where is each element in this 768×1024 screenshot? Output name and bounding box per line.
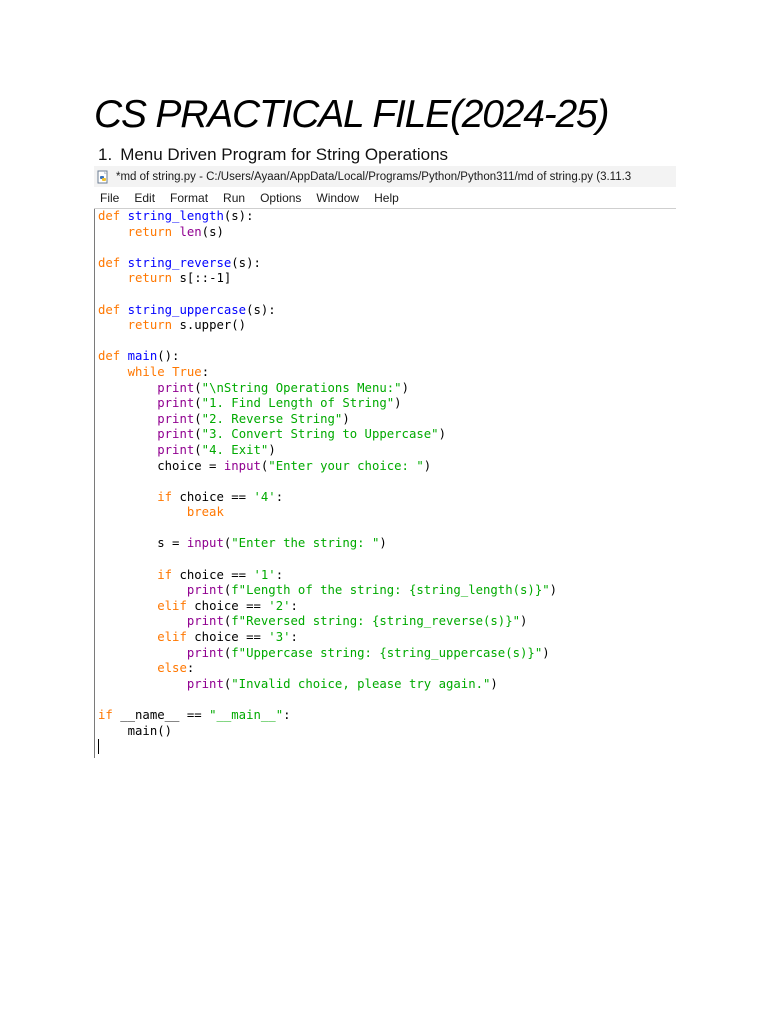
code-area[interactable]: def string_length(s): return len(s)​def … xyxy=(98,209,557,739)
code-line[interactable]: print(f"Length of the string: {string_le… xyxy=(98,583,557,599)
menu-edit[interactable]: Edit xyxy=(128,191,161,205)
code-line[interactable]: print("4. Exit") xyxy=(98,443,557,459)
code-line[interactable]: break xyxy=(98,505,557,521)
menu-run[interactable]: Run xyxy=(217,191,251,205)
code-line[interactable]: return s.upper() xyxy=(98,318,557,334)
code-line[interactable]: else: xyxy=(98,661,557,677)
code-line[interactable]: print("\nString Operations Menu:") xyxy=(98,381,557,397)
code-line[interactable]: ​ xyxy=(98,287,557,303)
menu-bar: File Edit Format Run Options Window Help xyxy=(94,187,676,209)
program-heading-text: Menu Driven Program for String Operation… xyxy=(120,145,449,164)
code-line[interactable]: ​ xyxy=(98,552,557,568)
code-line[interactable]: ​ xyxy=(98,521,557,537)
text-cursor xyxy=(98,739,99,754)
code-line[interactable]: def string_uppercase(s): xyxy=(98,303,557,319)
program-number: 1. xyxy=(98,145,113,164)
code-line[interactable]: elif choice == '3': xyxy=(98,630,557,646)
code-line[interactable]: ​ xyxy=(98,692,557,708)
code-line[interactable]: print(f"Reversed string: {string_reverse… xyxy=(98,614,557,630)
menu-format[interactable]: Format xyxy=(164,191,214,205)
code-line[interactable]: print("3. Convert String to Uppercase") xyxy=(98,427,557,443)
code-line[interactable]: while True: xyxy=(98,365,557,381)
code-line[interactable]: ​ xyxy=(98,240,557,256)
code-line[interactable]: print("Invalid choice, please try again.… xyxy=(98,677,557,693)
code-line[interactable]: print("1. Find Length of String") xyxy=(98,396,557,412)
document-title: CS PRACTICAL FILE(2024-25) xyxy=(94,93,609,136)
code-line[interactable]: elif choice == '2': xyxy=(98,599,557,615)
code-line[interactable]: def string_length(s): xyxy=(98,209,557,225)
code-line[interactable]: print(f"Uppercase string: {string_upperc… xyxy=(98,646,557,662)
python-file-icon xyxy=(97,170,108,183)
code-line[interactable]: choice = input("Enter your choice: ") xyxy=(98,459,557,475)
code-line[interactable]: return s[::-1] xyxy=(98,271,557,287)
code-line[interactable]: if choice == '1': xyxy=(98,568,557,584)
code-line[interactable]: ​ xyxy=(98,474,557,490)
menu-help[interactable]: Help xyxy=(368,191,405,205)
idle-editor-window: *md of string.py - C:/Users/Ayaan/AppDat… xyxy=(94,166,676,758)
code-line[interactable]: if __name__ == "__main__": xyxy=(98,708,557,724)
code-line[interactable]: s = input("Enter the string: ") xyxy=(98,536,557,552)
menu-file[interactable]: File xyxy=(94,191,125,205)
code-line[interactable]: if choice == '4': xyxy=(98,490,557,506)
code-line[interactable]: print("2. Reverse String") xyxy=(98,412,557,428)
code-line[interactable]: def main(): xyxy=(98,349,557,365)
code-line[interactable]: ​ xyxy=(98,334,557,350)
code-editor[interactable]: def string_length(s): return len(s)​def … xyxy=(94,209,675,758)
window-title: *md of string.py - C:/Users/Ayaan/AppDat… xyxy=(116,170,632,183)
code-line[interactable]: main() xyxy=(98,724,557,740)
code-line[interactable]: def string_reverse(s): xyxy=(98,256,557,272)
program-heading: 1. Menu Driven Program for String Operati… xyxy=(98,143,448,167)
menu-options[interactable]: Options xyxy=(254,191,307,205)
window-titlebar[interactable]: *md of string.py - C:/Users/Ayaan/AppDat… xyxy=(94,166,676,187)
menu-window[interactable]: Window xyxy=(310,191,365,205)
code-line[interactable]: return len(s) xyxy=(98,225,557,241)
